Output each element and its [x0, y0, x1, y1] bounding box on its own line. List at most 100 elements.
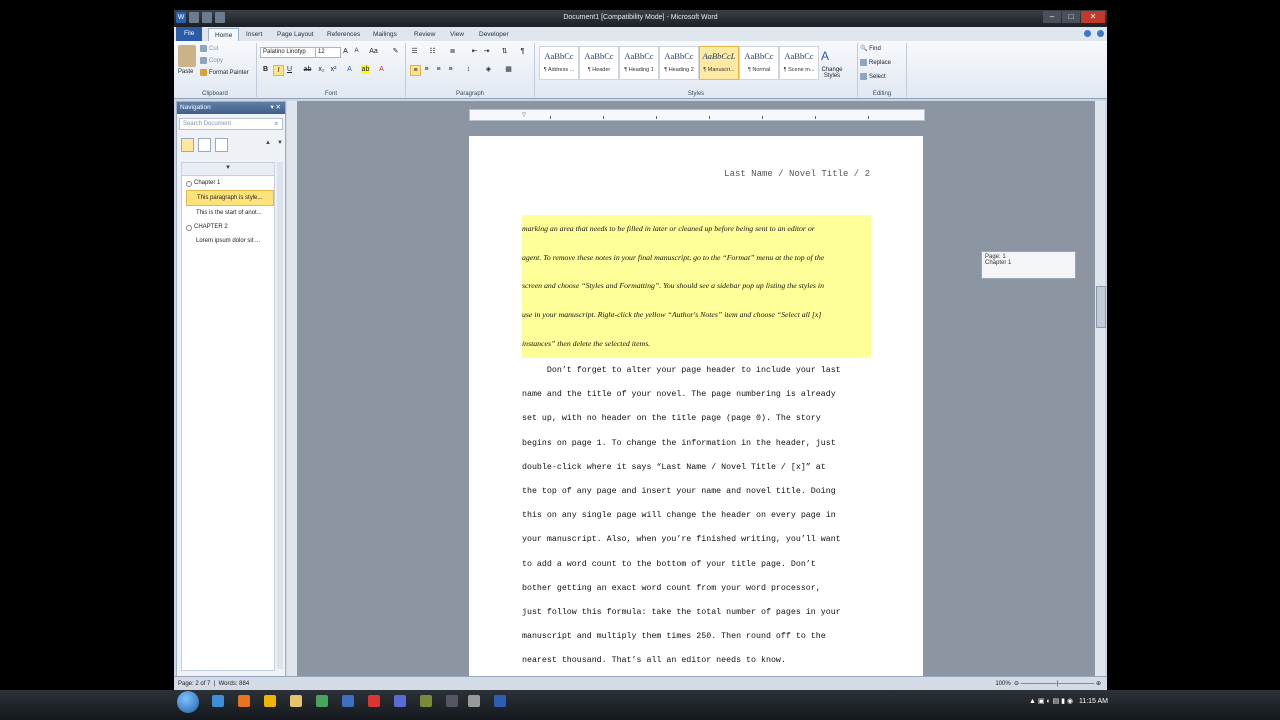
authors-note-highlight[interactable]: marking an area that needs to be filled … [522, 215, 871, 358]
shading-button[interactable]: ◈ [484, 65, 493, 74]
change-styles-icon[interactable]: A [821, 49, 829, 63]
tab-insert[interactable]: Insert [246, 28, 262, 41]
multilevel-list-button[interactable]: ≣ [448, 47, 457, 56]
change-case-button[interactable]: Aa [369, 47, 378, 56]
text-effects-button[interactable]: A [345, 65, 354, 74]
font-size-select[interactable]: 12 [315, 47, 341, 58]
nav-heading-start-of-another[interactable]: This is the start of anot... [186, 206, 274, 220]
strikethrough-button[interactable]: ab [303, 65, 312, 74]
cut-button[interactable]: Cut [200, 45, 218, 52]
zoom-level[interactable]: 100% [995, 681, 1010, 687]
app-icon[interactable] [264, 695, 276, 707]
help-icon[interactable] [1097, 30, 1104, 37]
line-spacing-button[interactable]: ↕ [464, 65, 473, 74]
browse-pages-tab[interactable] [197, 138, 211, 152]
vertical-scrollbar[interactable] [1095, 101, 1106, 676]
nav-heading-this-paragraph[interactable]: This paragraph is style... [186, 190, 274, 206]
underline-button[interactable]: U [285, 65, 294, 74]
increase-indent-button[interactable]: ⇥ [482, 47, 491, 56]
italic-button[interactable]: I [273, 65, 284, 76]
app-icon[interactable] [468, 695, 480, 707]
align-center-button[interactable]: ≡ [422, 65, 431, 74]
zoom-slider[interactable]: ——————|—————— [1021, 681, 1095, 687]
minimize-ribbon-icon[interactable] [1084, 30, 1091, 37]
navigation-scrollbar[interactable] [277, 162, 283, 669]
shrink-font-button[interactable]: A [352, 47, 361, 56]
change-styles-button[interactable]: Change Styles [817, 67, 847, 79]
superscript-button[interactable]: x² [329, 65, 338, 74]
find-button[interactable]: 🔍 Find [860, 45, 881, 52]
nav-heading-chapter-2[interactable]: CHAPTER 2 [182, 220, 274, 234]
body-paragraph[interactable]: Don’t forget to alter your page header t… [522, 359, 882, 674]
tab-page-layout[interactable]: Page Layout [277, 28, 314, 41]
app-icon[interactable] [394, 695, 406, 707]
style-address[interactable]: AaBbCc ¶ Address ... [539, 46, 579, 80]
select-button[interactable]: Select [860, 73, 886, 80]
start-button[interactable] [177, 691, 199, 713]
clock[interactable]: 11:15 AM [1079, 698, 1108, 705]
close-pane-icon[interactable]: ▾ ✕ [270, 102, 281, 114]
horizontal-ruler[interactable]: ▽ [469, 109, 925, 121]
app-icon[interactable] [316, 695, 328, 707]
font-color-button[interactable]: A [377, 65, 386, 74]
format-painter-button[interactable]: Format Painter [200, 69, 249, 76]
style-header[interactable]: AaBbCc ¶ Header [579, 46, 619, 80]
copy-button[interactable]: Copy [200, 57, 223, 64]
maximize-button[interactable]: □ [1062, 11, 1080, 23]
align-right-button[interactable]: ≡ [434, 65, 443, 74]
word-count-status[interactable]: Words: 884 [219, 681, 250, 687]
page-count-status[interactable]: Page: 2 of 7 [178, 681, 210, 687]
nav-heading-lorem-ipsum[interactable]: Lorem ipsum dolor sit ... [186, 234, 274, 248]
close-button[interactable]: ✕ [1081, 11, 1105, 23]
scrollbar-thumb[interactable] [1096, 286, 1106, 328]
grow-font-button[interactable]: A [341, 47, 350, 56]
align-left-button[interactable]: ≡ [410, 65, 421, 76]
paste-button[interactable]: Paste [178, 69, 193, 75]
app-icon[interactable] [342, 695, 354, 707]
folder-icon[interactable] [290, 695, 302, 707]
borders-button[interactable]: ▦ [504, 65, 513, 74]
next-arrow-icon[interactable]: ▼ [277, 140, 283, 152]
font-name-select[interactable]: Palatino Linotyp [260, 47, 316, 58]
search-icon[interactable]: ⌕ [275, 119, 278, 129]
decrease-indent-button[interactable]: ⇤ [470, 47, 479, 56]
paste-icon[interactable] [178, 45, 196, 67]
highlight-color-button[interactable]: ab [361, 65, 370, 74]
style-manuscript[interactable]: AaBbCcL ¶ Manuscri... [699, 46, 739, 80]
tab-references[interactable]: References [327, 28, 360, 41]
replace-button[interactable]: Replace [860, 59, 891, 66]
word-taskbar-icon[interactable] [494, 695, 506, 707]
tab-mailings[interactable]: Mailings [373, 28, 397, 41]
style-normal[interactable]: AaBbCc ¶ Normal [739, 46, 779, 80]
justify-button[interactable]: ≡ [446, 65, 455, 74]
tab-developer[interactable]: Developer [479, 28, 509, 41]
tab-view[interactable]: View [450, 28, 464, 41]
style-heading-2[interactable]: AaBbCc ¶ Heading 2 [659, 46, 699, 80]
zoom-out-icon[interactable]: ⊖ [1014, 681, 1019, 687]
ruler-indent-marker[interactable]: ▽ [522, 112, 526, 118]
style-scene[interactable]: AaBbCc ¶ Scene m... [779, 46, 819, 80]
show-marks-button[interactable]: ¶ [518, 47, 527, 56]
search-document-input[interactable]: Search Document ⌕ [179, 118, 283, 130]
page-header[interactable]: Last Name / Novel Title / 2 [724, 169, 870, 179]
zoom-in-icon[interactable]: ⊕ [1096, 681, 1101, 687]
previous-arrow-icon[interactable]: ▲ [265, 140, 271, 152]
browse-results-tab[interactable] [214, 138, 228, 152]
app-icon[interactable] [368, 695, 380, 707]
tab-file[interactable]: File [176, 27, 203, 41]
subscript-button[interactable]: x₂ [317, 65, 326, 74]
style-heading-1[interactable]: AaBbCc ¶ Heading 1 [619, 46, 659, 80]
bullets-button[interactable]: ☰ [410, 47, 419, 56]
firefox-icon[interactable] [238, 695, 250, 707]
document-page[interactable]: Last Name / Novel Title / 2 marking an a… [469, 136, 923, 676]
sort-button[interactable]: ⇅ [500, 47, 509, 56]
chrome-icon[interactable] [212, 695, 224, 707]
collapse-icon[interactable]: ▾ [182, 163, 274, 176]
tab-review[interactable]: Review [414, 28, 435, 41]
nav-heading-chapter-1[interactable]: Chapter 1 [182, 176, 274, 190]
numbering-button[interactable]: ☷ [428, 47, 437, 56]
bold-button[interactable]: B [261, 65, 270, 74]
app-icon[interactable] [420, 695, 432, 707]
tab-home[interactable]: Home [208, 28, 240, 42]
browse-headings-tab[interactable] [181, 138, 194, 152]
